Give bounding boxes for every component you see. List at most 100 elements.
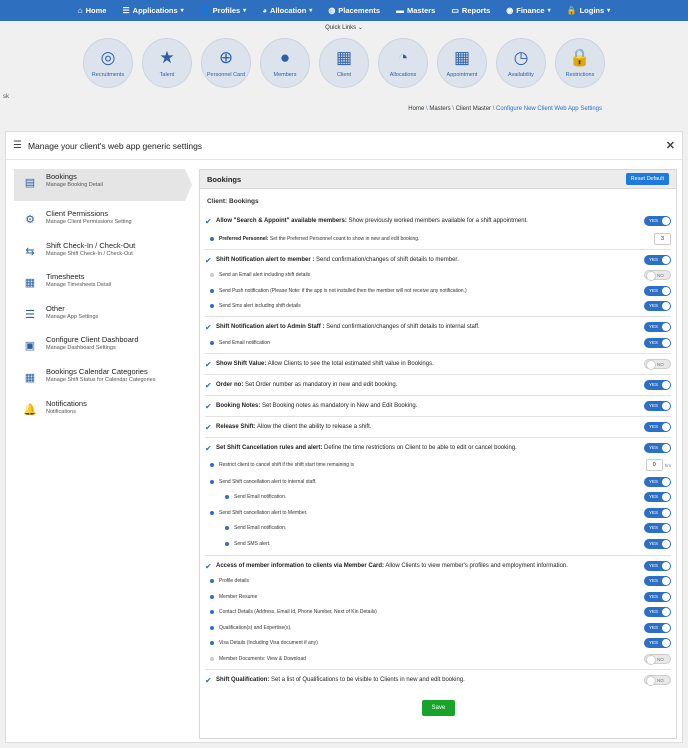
setting-label: Visa Details (Including Visa document if… [219, 640, 318, 646]
number-input[interactable]: 3 [654, 233, 671, 245]
nav-item-reports[interactable]: ▭ Reports [451, 6, 490, 15]
quick-link-talent[interactable]: ★ Talent [142, 38, 192, 88]
quick-link-members[interactable]: ● Members [260, 38, 310, 88]
toggle-switch[interactable]: YES [644, 523, 671, 533]
quick-link-availability[interactable]: ◷ Availability [496, 38, 546, 88]
setting-label: Restrict client to cancel shift if the s… [219, 462, 354, 468]
save-button[interactable]: Save [422, 700, 455, 716]
close-icon[interactable]: ✕ [666, 139, 675, 152]
toggle-switch[interactable]: YES [644, 422, 671, 432]
breadcrumb-link[interactable]: Home [408, 106, 424, 112]
quick-link-label: Recruitments [91, 71, 125, 78]
sidebar-item-notifications[interactable]: 🔔 Notifications Notifications [14, 396, 192, 428]
sidebar-item-configure-client-dashboard[interactable]: ▣ Configure Client Dashboard Manage Dashbo… [14, 332, 192, 364]
nav-item-logins[interactable]: 🔒 Logins ▾ [567, 6, 611, 15]
setting-label-text: Allow Clients to see the total estimated… [266, 361, 434, 367]
setting-label-text: Allow the client the ability to release … [255, 424, 372, 430]
setting-row: Send Email notification YES [205, 336, 671, 350]
setting-label: Member Documents: View & Download [219, 656, 306, 662]
toggle-switch[interactable]: YES [644, 401, 671, 411]
toggle-switch[interactable]: YES [644, 255, 671, 265]
allocation-icon: ◕ [262, 6, 268, 15]
toggle-switch[interactable]: YES [644, 638, 671, 648]
toggle-switch[interactable]: YES [644, 216, 671, 226]
setting-row: Preferred Personnel: Set the Preferred P… [205, 232, 671, 246]
toggle-switch[interactable]: YES [644, 623, 671, 633]
bullet-icon [210, 341, 214, 345]
toggle-switch[interactable]: YES [644, 477, 671, 487]
sidebar-item-bookings-calendar-categories[interactable]: ▦ Bookings Calendar Categories Manage Shif… [14, 364, 192, 396]
bullet-icon [210, 641, 214, 645]
quick-link-allocations[interactable]: ◔ Allocations [378, 38, 428, 88]
nav-item-placements[interactable]: ◍ Placements [328, 6, 380, 15]
sidebar-item-other[interactable]: ☰ Other Manage App Settings [14, 301, 192, 333]
toggle-switch[interactable]: YES [644, 286, 671, 296]
caret-icon: ▾ [309, 8, 313, 14]
toggle-switch[interactable]: YES [644, 561, 671, 571]
sidebar-item-title: Other [46, 304, 65, 313]
toggle-switch[interactable]: YES [644, 508, 671, 518]
toggle-switch[interactable]: YES [644, 380, 671, 390]
setting-label-text: Send Email notification. [234, 525, 287, 531]
nav-item-finance[interactable]: ◉ Finance ▾ [506, 6, 550, 15]
nav-item-allocation[interactable]: ◕ Allocation ▾ [262, 6, 312, 15]
quick-links-toggle[interactable]: Quick Links ⌄ [0, 24, 688, 31]
breadcrumb-link[interactable]: Client Master [456, 106, 491, 112]
nav-label: Allocation [270, 6, 307, 15]
setting-label: Send Email notification. [234, 525, 286, 531]
nav-item-applications[interactable]: ☰ Applications ▾ [122, 6, 183, 15]
toggle-switch[interactable]: YES [644, 539, 671, 549]
quick-link-recruitments[interactable]: ◎ Recruitments [83, 38, 133, 88]
setting-label: Set Shift Cancellation rules and alert: … [216, 445, 517, 451]
nav-item-profiles[interactable]: 👤 Profiles ▾ [200, 6, 247, 15]
setting-label-bold: Shift Notification alert to Admin Staff … [216, 324, 325, 330]
toggle-switch[interactable]: YES [644, 338, 671, 348]
check-icon: ✔ [205, 380, 212, 390]
toggle-switch[interactable]: YES [644, 301, 671, 311]
quick-link-restrictions[interactable]: 🔒 Restrictions [555, 38, 605, 88]
quick-link-label: Members [273, 71, 297, 78]
setting-label-bold: Allow "Search & Appoint" available membe… [216, 218, 347, 224]
toggle-switch[interactable]: YES [644, 592, 671, 602]
sidebar-item-client-permissions[interactable]: ⚙ Client Permissions Manage Client Permiss… [14, 206, 192, 238]
sidebar-item-shift-check-in-check-out[interactable]: ⇆ Shift Check-In / Check-Out Manage Shift … [14, 238, 192, 270]
check-icon: ✔ [205, 216, 212, 226]
caret-icon: ▾ [243, 8, 247, 14]
setting-row: Restrict client to cancel shift if the s… [205, 458, 671, 472]
section-divider [205, 437, 671, 438]
quick-link-personnel-card[interactable]: ⊕ Personnel Card [201, 38, 251, 88]
sidebar-item-timesheets[interactable]: ▦ Timesheets Manage Timesheets Detail [14, 269, 192, 301]
quick-link-label: Availability [508, 71, 534, 78]
toggle-switch[interactable]: YES [644, 492, 671, 502]
toggle-switch[interactable]: YES [644, 443, 671, 453]
setting-label: Send SMS alert. [234, 541, 270, 547]
setting-row: ✔ Order no: Set Order number as mandatory… [205, 378, 671, 392]
nav-item-masters[interactable]: ▬ Masters [396, 6, 435, 15]
number-input[interactable]: 0 [645, 459, 663, 471]
toggle-switch[interactable]: YES [644, 607, 671, 617]
setting-label-text: Send Sms alert including shift details [219, 303, 301, 309]
toggle-switch[interactable]: NO [644, 654, 671, 665]
reset-default-button[interactable]: Reset Default [625, 173, 669, 185]
setting-label-text: Restrict client to cancel shift if the s… [219, 462, 355, 468]
setting-row: ✔ Shift Notification alert to Admin Staff… [205, 320, 671, 334]
toggle-switch[interactable]: NO [644, 359, 671, 370]
toggle-switch[interactable]: NO [644, 270, 671, 281]
toggle-switch[interactable]: NO [644, 675, 671, 686]
shift-check-icon: ⇆ [25, 246, 35, 258]
section-title: Bookings [207, 174, 242, 184]
setting-label-text: Allow Clients to view member's profiles … [384, 563, 568, 569]
setting-row: Member Documents: View & Download NO [205, 652, 671, 666]
menu-icon[interactable]: ☰ [13, 140, 22, 151]
nav-label: Reports [461, 6, 491, 15]
setting-label-text: Send Email notification. [234, 494, 287, 500]
nav-item-home[interactable]: ⌂ Home [78, 6, 107, 15]
toggle-switch[interactable]: YES [644, 322, 671, 332]
quick-link-client[interactable]: ▦ Client [319, 38, 369, 88]
setting-label: Shift Qualification: Set a list of Quali… [216, 677, 465, 683]
breadcrumb-link[interactable]: Masters [429, 106, 450, 112]
quick-link-appointment[interactable]: ▦ Appointment [437, 38, 487, 88]
toggle-switch[interactable]: YES [644, 576, 671, 586]
sidebar-item-bookings[interactable]: ▤ Bookings Manage Booking Detail [14, 169, 192, 201]
sidebar-item-subtitle: Manage Timesheets Detail [46, 282, 112, 288]
